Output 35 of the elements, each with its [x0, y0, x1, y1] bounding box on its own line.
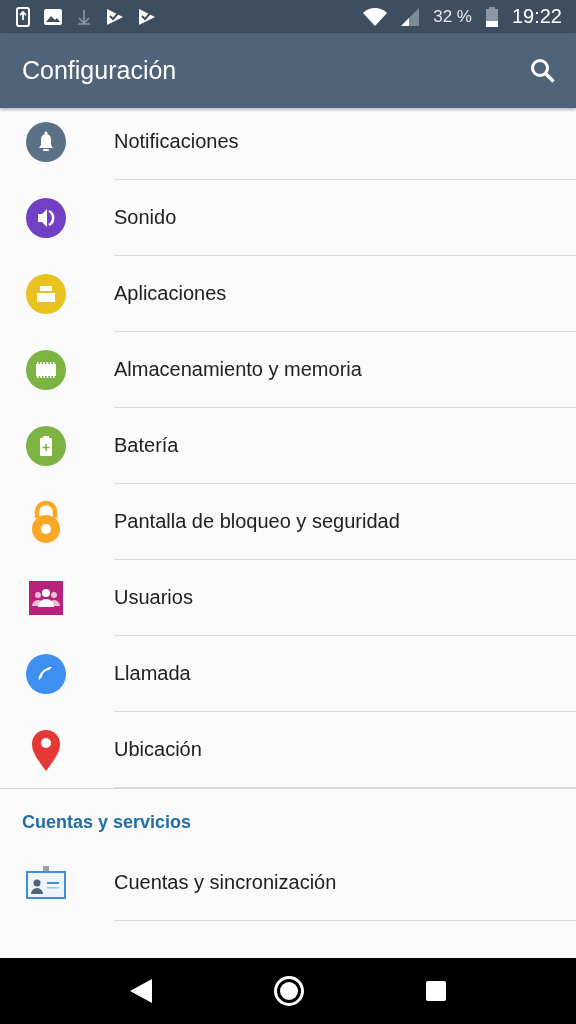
search-button[interactable] [530, 57, 556, 84]
users-icon [29, 581, 63, 615]
home-button[interactable] [273, 975, 305, 1007]
id-card-icon [25, 866, 67, 900]
download-icon [76, 8, 92, 25]
check-flag-icon [138, 7, 156, 26]
settings-item[interactable]: Aplicaciones [114, 256, 576, 332]
page-title: Configuración [22, 56, 178, 85]
settings-item[interactable]: Ubicación [114, 712, 576, 788]
clock: 19:22 [511, 5, 562, 28]
settings-item[interactable]: Notificaciones [114, 104, 576, 180]
settings-item[interactable]: Llamada [114, 636, 576, 712]
settings-item[interactable]: Sonido [114, 180, 576, 256]
check-flag-icon [106, 7, 124, 26]
recents-button[interactable] [425, 981, 446, 1001]
settings-item[interactable]: Almacenamiento y memoria [114, 332, 576, 408]
section-header: Cuentas y servicios [21, 811, 193, 834]
battery-percentage: 32 % [433, 6, 472, 27]
wifi-icon [363, 7, 388, 26]
battery-icon [485, 6, 498, 27]
bell-icon [26, 122, 66, 162]
image-icon [44, 8, 62, 25]
upload-icon [16, 6, 30, 27]
settings-item[interactable]: Cuentas y sincronización [114, 845, 576, 921]
padlock-icon [30, 500, 62, 544]
settings-item[interactable]: Batería [114, 408, 576, 484]
signal-icon [401, 7, 420, 26]
location-pin-icon [30, 729, 62, 771]
settings-item[interactable]: Usuarios [114, 560, 576, 636]
chip-icon [26, 350, 66, 390]
battery-icon [26, 426, 66, 466]
back-button[interactable] [130, 979, 153, 1003]
stack-icon [26, 274, 66, 314]
settings-item[interactable]: Pantalla de bloqueo y seguridad [114, 484, 576, 560]
speaker-icon [26, 198, 66, 238]
